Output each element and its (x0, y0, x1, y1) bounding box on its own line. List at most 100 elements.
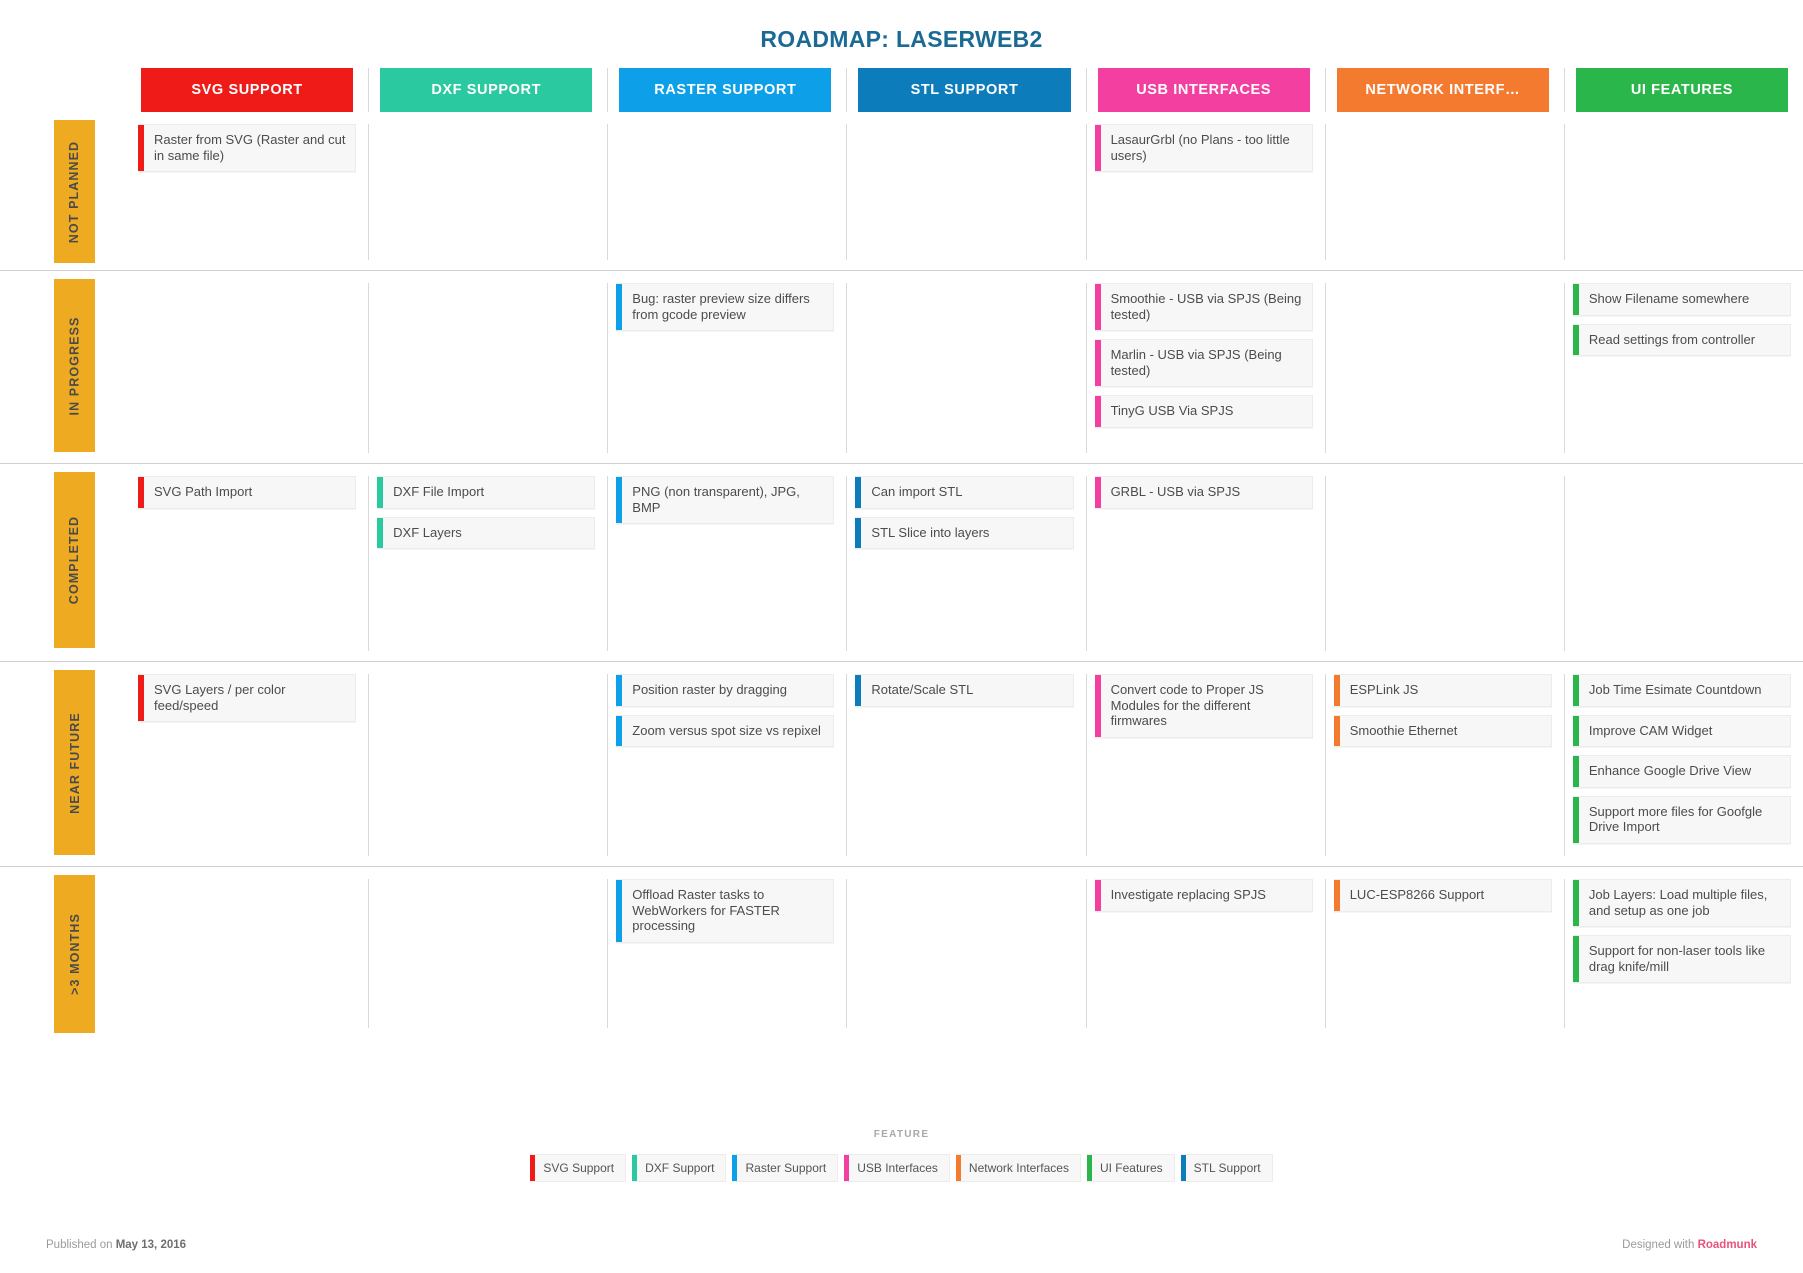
swimlane: >3 MONTHS Offload Raster tasks to WebWork… (0, 866, 1803, 1038)
timeframe-label-completed[interactable]: COMPLETED (54, 472, 95, 648)
legend-heading: FEATURE (873, 1129, 930, 1140)
column-header-network[interactable]: NETWORK INTERF… (1336, 68, 1549, 112)
card-label: Zoom versus spot size vs repixel (632, 722, 821, 738)
page-title: ROADMAP: LASERWEB2 (760, 26, 1043, 52)
card-label: Job Layers: Load multiple files, and set… (1588, 887, 1768, 918)
timeframe-label-not-planned[interactable]: NOT PLANNED (54, 120, 95, 263)
cell-ui (1563, 124, 1803, 260)
roadmap-card[interactable]: Smoothie Ethernet (1333, 714, 1552, 747)
roadmap-card[interactable]: Support for non-laser tools like drag kn… (1572, 935, 1791, 983)
cell-dxf (368, 879, 607, 1028)
roadmap-card[interactable]: Read settings from controller (1572, 323, 1791, 356)
brand-name: Roadmunk (1697, 1239, 1757, 1251)
roadmap-card[interactable]: Position raster by dragging (616, 674, 835, 707)
swimlane: COMPLETED SVG Path Import DXF File Import D… (0, 463, 1803, 661)
cell-dxf (368, 283, 607, 453)
timeframe-label-text: IN PROGRESS (67, 316, 82, 415)
roadmap-card[interactable]: Job Layers: Load multiple files, and set… (1572, 879, 1791, 927)
roadmap-card[interactable]: Convert code to Proper JS Modules for th… (1094, 674, 1313, 738)
roadmap-card[interactable]: Job Time Esimate Countdown (1572, 674, 1791, 707)
timeframe-label-text: NOT PLANNED (67, 140, 82, 243)
cell-svg (129, 283, 368, 453)
card-label: Bug: raster preview size differs from gc… (632, 291, 810, 322)
card-label: Rotate/Scale STL (871, 682, 974, 697)
card-label: PNG (non transparent), JPG, BMP (632, 484, 800, 515)
roadmap-card[interactable]: Show Filename somewhere (1572, 283, 1791, 316)
swimlane: IN PROGRESS Bug: raster preview size diff… (0, 270, 1803, 463)
published-date: May 13, 2016 (115, 1239, 187, 1251)
cell-network (1324, 124, 1564, 260)
roadmap-card[interactable]: Can import STL (855, 476, 1074, 509)
roadmap-card[interactable]: DXF Layers (377, 516, 596, 549)
roadmap-card[interactable]: Zoom versus spot size vs repixel (616, 714, 835, 747)
swimlanes: NOT PLANNED Raster from SVG (Raster and c… (0, 112, 1803, 1038)
cell-svg: SVG Path Import (129, 476, 368, 651)
cell-svg: SVG Layers / per color feed/speed (129, 674, 368, 856)
roadmap-card[interactable]: Offload Raster tasks to WebWorkers for F… (616, 879, 835, 943)
card-label: Smoothie - USB via SPJS (Being tested) (1110, 291, 1302, 322)
roadmap-card[interactable]: Raster from SVG (Raster and cut in same … (138, 124, 357, 172)
card-label: Support for non-laser tools like drag kn… (1588, 943, 1766, 974)
legend-item[interactable]: STL Support (1180, 1154, 1273, 1182)
card-label: LasaurGrbl (no Plans - too little users) (1110, 132, 1290, 163)
column-header-raster[interactable]: RASTER SUPPORT (619, 68, 832, 112)
roadmap-card[interactable]: Rotate/Scale STL (855, 674, 1074, 707)
cell-usb: Smoothie - USB via SPJS (Being tested) Ma… (1085, 283, 1325, 453)
roadmap-card[interactable]: Improve CAM Widget (1572, 714, 1791, 747)
legend-item[interactable]: USB Interfaces (844, 1154, 950, 1182)
legend-item[interactable]: Raster Support (732, 1154, 839, 1182)
timeframe-label-near-future[interactable]: NEAR FUTURE (54, 670, 95, 855)
swimlane: NOT PLANNED Raster from SVG (Raster and c… (0, 112, 1803, 270)
roadmap-card[interactable]: SVG Layers / per color feed/speed (138, 674, 357, 722)
cell-raster: Bug: raster preview size differs from gc… (607, 283, 846, 453)
legend-label: Raster Support (745, 1161, 827, 1175)
card-label: Support more files for Goofgle Drive Imp… (1588, 803, 1763, 835)
column-header-stl[interactable]: STL SUPPORT (858, 68, 1071, 112)
roadmap-card[interactable]: DXF File Import (377, 476, 596, 509)
roadmap-card[interactable]: Marlin - USB via SPJS (Being tested) (1094, 339, 1313, 387)
roadmap-card[interactable]: PNG (non transparent), JPG, BMP (616, 476, 835, 524)
roadmap-card[interactable]: Bug: raster preview size differs from gc… (616, 283, 835, 331)
legend-item[interactable]: UI Features (1086, 1154, 1175, 1182)
roadmap-card[interactable]: GRBL - USB via SPJS (1094, 476, 1313, 509)
roadmap-card[interactable]: LasaurGrbl (no Plans - too little users) (1094, 124, 1313, 172)
card-label: Job Time Esimate Countdown (1588, 682, 1762, 697)
cell-stl: Rotate/Scale STL (846, 674, 1085, 856)
cell-dxf: DXF File Import DXF Layers (368, 476, 607, 651)
card-label: LUC-ESP8266 Support (1349, 887, 1485, 902)
column-header-row: SVG SUPPORT DXF SUPPORT RASTER SUPPORT STL … (0, 68, 1803, 112)
column-header-usb[interactable]: USB INTERFACES (1097, 68, 1310, 112)
column-header-svg[interactable]: SVG SUPPORT (141, 68, 354, 112)
column-ui: UI FEATURES (1563, 68, 1803, 112)
roadmap-card[interactable]: ESPLink JS (1333, 674, 1552, 707)
timeframe-label-3-months[interactable]: >3 MONTHS (54, 875, 95, 1033)
timeframe-gutter: IN PROGRESS (0, 271, 129, 463)
legend-label: SVG Support (543, 1161, 615, 1175)
roadmap-card[interactable]: Investigate replacing SPJS (1094, 879, 1313, 912)
roadmap-card[interactable]: Support more files for Goofgle Drive Imp… (1572, 795, 1791, 844)
column-header-ui[interactable]: UI FEATURES (1575, 68, 1788, 112)
swimlane: NEAR FUTURE SVG Layers / per color feed/s… (0, 661, 1803, 866)
legend-item[interactable]: SVG Support (530, 1154, 627, 1182)
cell-ui: Job Time Esimate Countdown Improve CAM Wi… (1563, 674, 1803, 856)
card-label: DXF File Import (393, 484, 485, 499)
roadmap-card[interactable]: LUC-ESP8266 Support (1333, 879, 1552, 912)
cell-stl: Can import STL STL Slice into layers (846, 476, 1085, 651)
roadmap-card[interactable]: Smoothie - USB via SPJS (Being tested) (1094, 283, 1313, 331)
column-svg: SVG SUPPORT (129, 68, 368, 112)
roadmap-card[interactable]: SVG Path Import (138, 476, 357, 509)
legend-item[interactable]: Network Interfaces (955, 1154, 1081, 1182)
legend-item[interactable]: DXF Support (632, 1154, 727, 1182)
roadmap-card[interactable]: STL Slice into layers (855, 516, 1074, 549)
card-label: DXF Layers (393, 524, 462, 540)
card-label: Improve CAM Widget (1588, 722, 1713, 738)
card-label: SVG Layers / per color feed/speed (154, 682, 286, 713)
timeframe-label-in-progress[interactable]: IN PROGRESS (54, 279, 95, 452)
roadmap-card[interactable]: TinyG USB Via SPJS (1094, 395, 1313, 428)
column-header-dxf[interactable]: DXF SUPPORT (380, 68, 593, 112)
card-label: Marlin - USB via SPJS (Being tested) (1110, 347, 1282, 378)
roadmap-card[interactable]: Enhance Google Drive View (1572, 755, 1791, 788)
published-prefix: Published on (46, 1239, 116, 1251)
swimlane-columns: Offload Raster tasks to WebWorkers for F… (129, 867, 1803, 1038)
legend-label: Network Interfaces (968, 1161, 1069, 1175)
